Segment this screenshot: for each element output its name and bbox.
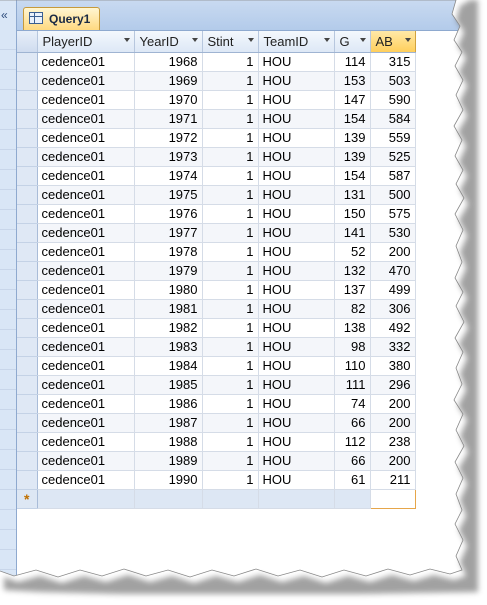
torn-edge-overlay xyxy=(0,0,478,594)
torn-paper-frame xyxy=(0,0,487,605)
